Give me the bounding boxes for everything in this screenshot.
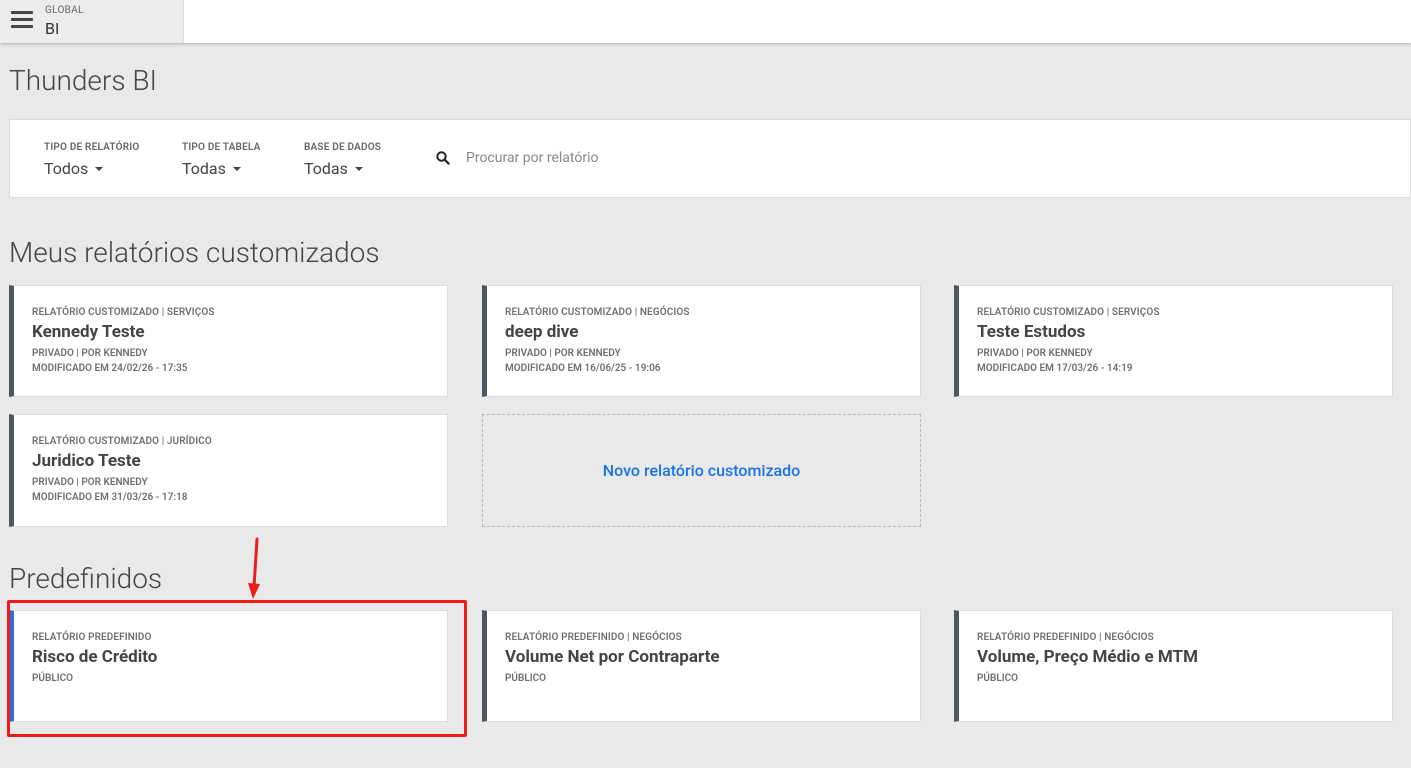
card-title: Juridico Teste: [32, 451, 141, 471]
card-kicker: RELATÓRIO CUSTOMIZADO | SERVIÇOS: [32, 307, 215, 318]
card-visibility: PRIVADO | POR KENNEDY: [32, 477, 148, 488]
card-visibility: PRIVADO | POR KENNEDY: [505, 348, 621, 359]
card-title: Teste Estudos: [977, 322, 1086, 342]
hamburger-menu-icon[interactable]: [11, 11, 33, 31]
card-visibility: PRIVADO | POR KENNEDY: [32, 348, 148, 359]
filter-database-dropdown[interactable]: Todas: [304, 159, 381, 178]
card-title: Volume Net por Contraparte: [505, 647, 720, 667]
custom-reports-heading: Meus relatórios customizados: [9, 236, 380, 269]
predefined-report-card-volume-preco-mtm[interactable]: RELATÓRIO PREDEFINIDO | NEGÓCIOS Volume,…: [954, 610, 1393, 722]
card-modified: MODIFICADO EM 16/06/25 - 19:06: [505, 363, 661, 374]
filter-table-type-dropdown[interactable]: Todas: [182, 159, 261, 178]
caret-down-icon: [95, 166, 104, 171]
card-modified: MODIFICADO EM 17/03/26 - 14:19: [977, 363, 1133, 374]
custom-report-card-deep-dive[interactable]: RELATÓRIO CUSTOMIZADO | NEGÓCIOS deep di…: [482, 285, 921, 397]
caret-down-icon: [354, 166, 363, 171]
card-kicker: RELATÓRIO CUSTOMIZADO | SERVIÇOS: [977, 307, 1160, 318]
card-visibility: PÚBLICO: [977, 673, 1019, 684]
filter-bar: TIPO DE RELATÓRIO Todos TIPO DE TABELA T…: [9, 119, 1411, 198]
card-kicker: RELATÓRIO CUSTOMIZADO | JURÍDICO: [32, 436, 212, 447]
filter-database-value: Todas: [304, 159, 348, 178]
filter-report-type-value: Todos: [44, 159, 89, 178]
filter-database[interactable]: BASE DE DADOS Todas: [304, 142, 381, 178]
predefined-report-card-volume-net[interactable]: RELATÓRIO PREDEFINIDO | NEGÓCIOS Volume …: [482, 610, 921, 722]
card-kicker: RELATÓRIO CUSTOMIZADO | NEGÓCIOS: [505, 307, 690, 318]
filter-table-type-value: Todas: [182, 159, 226, 178]
card-visibility: PRIVADO | POR KENNEDY: [977, 348, 1093, 359]
caret-down-icon: [232, 166, 241, 171]
new-custom-report-button[interactable]: Novo relatório customizado: [482, 414, 921, 527]
card-title: Risco de Crédito: [32, 647, 158, 667]
custom-report-card-teste-estudos[interactable]: RELATÓRIO CUSTOMIZADO | SERVIÇOS Teste E…: [954, 285, 1393, 397]
page-title: Thunders BI: [9, 64, 157, 97]
context-label: GLOBAL: [45, 5, 84, 16]
top-bar: GLOBAL BI: [0, 0, 1411, 43]
filter-report-type-dropdown[interactable]: Todos: [44, 159, 139, 178]
context-switcher[interactable]: GLOBAL BI: [0, 0, 184, 43]
filter-table-type-label: TIPO DE TABELA: [182, 142, 261, 153]
filter-report-type-label: TIPO DE RELATÓRIO: [44, 142, 140, 153]
card-modified: MODIFICADO EM 24/02/26 - 17:35: [32, 363, 188, 374]
card-title: Kennedy Teste: [32, 322, 145, 342]
card-title: deep dive: [505, 322, 579, 342]
predefined-reports-heading: Predefinidos: [9, 562, 163, 595]
new-custom-report-label: Novo relatório customizado: [602, 461, 801, 480]
search-input[interactable]: [466, 146, 866, 170]
card-kicker: RELATÓRIO PREDEFINIDO | NEGÓCIOS: [977, 632, 1154, 643]
card-title: Volume, Preço Médio e MTM: [977, 647, 1198, 667]
card-visibility: PÚBLICO: [32, 673, 74, 684]
filter-database-label: BASE DE DADOS: [304, 142, 382, 153]
context-value: BI: [45, 19, 60, 38]
card-visibility: PÚBLICO: [505, 673, 547, 684]
filter-report-type[interactable]: TIPO DE RELATÓRIO Todos: [44, 142, 139, 178]
search-icon[interactable]: [436, 151, 450, 165]
card-modified: MODIFICADO EM 31/03/26 - 17:18: [32, 492, 188, 503]
annotation-arrow-icon: [248, 537, 260, 599]
card-kicker: RELATÓRIO PREDEFINIDO | NEGÓCIOS: [505, 632, 682, 643]
custom-report-card-kennedy-teste[interactable]: RELATÓRIO CUSTOMIZADO | SERVIÇOS Kennedy…: [9, 285, 448, 397]
card-kicker: RELATÓRIO PREDEFINIDO: [32, 632, 152, 643]
predefined-report-card-risco-de-credito[interactable]: RELATÓRIO PREDEFINIDO Risco de Crédito P…: [9, 610, 448, 722]
filter-table-type[interactable]: TIPO DE TABELA Todas: [182, 142, 261, 178]
custom-report-card-juridico-teste[interactable]: RELATÓRIO CUSTOMIZADO | JURÍDICO Juridic…: [9, 414, 448, 527]
